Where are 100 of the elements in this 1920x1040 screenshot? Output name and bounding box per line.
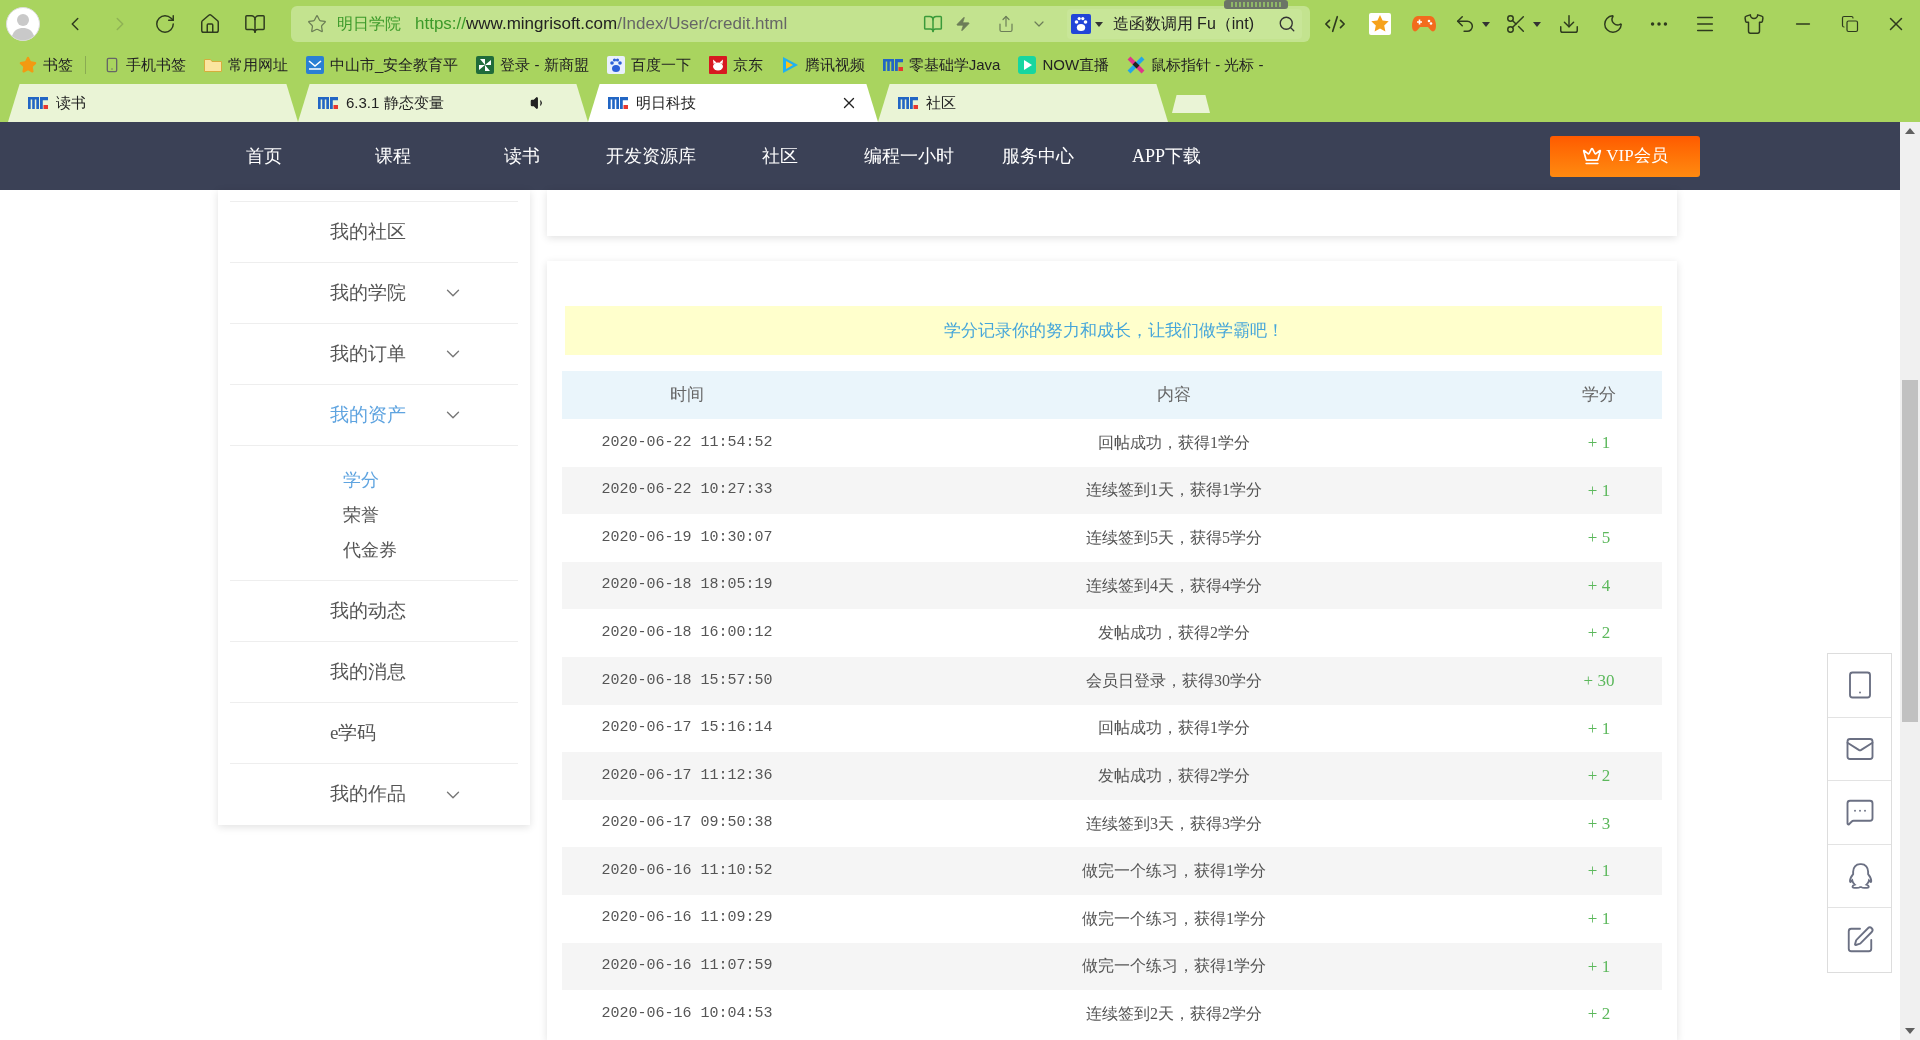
sidebar-item[interactable]: 我的订单	[230, 324, 518, 385]
time-cell-text: 2020-06-17 09:50:38	[601, 813, 773, 834]
moon-icon[interactable]	[1602, 13, 1624, 35]
bookmark-link[interactable]: NOW直播	[1018, 53, 1110, 77]
sidebar-item[interactable]: 我的消息	[230, 642, 518, 703]
bookmark-link[interactable]: 常用网址	[204, 53, 288, 77]
time-cell-text: 2020-06-16 10:04:53	[601, 1003, 773, 1024]
column-header: 内容	[1157, 384, 1191, 407]
browser-tab[interactable]: 6.3.1 静态变量	[298, 84, 588, 122]
caret-icon[interactable]	[1482, 21, 1490, 27]
credit-cell-text: + 1	[1587, 955, 1611, 978]
bookmark-link[interactable]: 鼠标指针 - 光标 -	[1127, 53, 1264, 77]
content-cell-text: 连续签到1天，获得1学分	[1086, 480, 1262, 501]
browser-tab[interactable]: 读书	[8, 84, 298, 122]
content-cell-text: 连续签到3天，获得3学分	[1086, 813, 1262, 834]
code-icon[interactable]	[1324, 13, 1346, 35]
nav-link[interactable]: 编程一小时	[844, 142, 973, 170]
browser-tab[interactable]: 明日科技	[588, 84, 878, 122]
sidebar-item[interactable]: 我的学院	[230, 263, 518, 324]
pinwheel-icon	[476, 56, 495, 74]
logo-icon	[318, 97, 338, 109]
time-cell-text: 2020-06-19 10:30:07	[601, 527, 773, 548]
nav-link[interactable]: APP下载	[1102, 142, 1231, 170]
star-icon	[19, 56, 37, 74]
share-icon[interactable]	[996, 15, 1015, 33]
column-header: 学分	[1582, 384, 1616, 407]
credit-cell-text: + 30	[1583, 670, 1615, 692]
phone-icon	[104, 56, 120, 74]
nav-link[interactable]: 服务中心	[973, 142, 1102, 170]
bookmark-link[interactable]: 腾讯视频	[780, 53, 865, 77]
content-cell-text: 发帖成功，获得2学分	[1098, 765, 1250, 786]
book-icon[interactable]	[244, 13, 266, 35]
credit-cell-text: + 1	[1587, 717, 1611, 740]
nav-link[interactable]: 课程	[328, 142, 457, 170]
nav-link[interactable]: 开发资源库	[586, 142, 715, 170]
scrollbar-thumb[interactable]	[1902, 380, 1918, 722]
bookmark-link[interactable]: 中山市_安全教育平	[306, 53, 459, 77]
sidebar-item[interactable]: e学码	[230, 703, 518, 764]
bookmark-link[interactable]: 京东	[708, 53, 763, 77]
content-cell-text: 连续签到5天，获得5学分	[1086, 528, 1262, 548]
time-cell-text: 2020-06-22 10:27:33	[601, 480, 773, 501]
credit-cell-text: + 3	[1587, 812, 1611, 835]
scroll-up-icon[interactable]	[1905, 128, 1915, 134]
paw-icon[interactable]	[1070, 14, 1091, 34]
download-icon[interactable]	[1558, 13, 1580, 35]
caret-icon[interactable]	[1094, 21, 1103, 27]
credit-cell-text: + 4	[1587, 574, 1611, 597]
envelope-icon	[306, 56, 324, 74]
home-icon[interactable]	[199, 13, 221, 35]
gamepad-icon[interactable]	[1412, 16, 1436, 32]
bookmark-link[interactable]: 零基础学Java	[882, 53, 1001, 77]
chat-icon	[1844, 797, 1875, 828]
paw-icon	[606, 56, 625, 74]
undo-icon[interactable]	[1454, 13, 1476, 35]
lightning-icon[interactable]	[954, 15, 971, 33]
scrollbar-track[interactable]	[1900, 122, 1920, 1040]
time-cell-text: 2020-06-16 11:10:52	[601, 860, 773, 881]
scissors-icon[interactable]	[1505, 13, 1527, 35]
submenu-item[interactable]: 荣誉	[343, 498, 379, 533]
time-cell-text: 2020-06-17 11:12:36	[601, 765, 773, 786]
sidebar-item[interactable]: 我的动态	[230, 581, 518, 642]
content-cell-text: 会员日登录，获得30学分	[1086, 670, 1262, 691]
bookmark-star-icon[interactable]	[307, 14, 327, 34]
url-text: https://www.mingrisoft.com/Index/User/credit.html	[415, 13, 788, 36]
browser-tab[interactable]: 社区	[878, 84, 1168, 122]
credit-cell-text: + 1	[1587, 860, 1611, 883]
time-cell-text: 2020-06-16 11:09:29	[601, 908, 773, 929]
submenu-item[interactable]: 代金券	[343, 533, 397, 568]
credit-cell-text: + 5	[1587, 527, 1611, 550]
shirt-icon[interactable]	[1743, 13, 1765, 35]
credit-cell-text: + 1	[1587, 908, 1611, 930]
content-cell-text: 做完一个练习，获得1学分	[1082, 908, 1266, 929]
content-cell-text: 回帖成功，获得1学分	[1098, 432, 1250, 453]
time-cell-text: 2020-06-18 16:00:12	[601, 622, 773, 643]
caret-icon[interactable]	[1533, 21, 1541, 27]
credit-cell-text: + 2	[1587, 765, 1611, 788]
bookmark-link[interactable]: 手机书签	[104, 53, 186, 77]
site-name: 明日学院	[337, 14, 401, 34]
star-app-icon[interactable]	[1369, 13, 1391, 35]
credit-cell-text: + 1	[1587, 479, 1611, 502]
content-cell-text: 连续签到2天，获得2学分	[1086, 1003, 1262, 1024]
search-field[interactable]: 造函数调用 Fu（int)	[1066, 9, 1302, 39]
sidebar-item[interactable]: 我的社区	[230, 202, 518, 263]
scroll-down-icon[interactable]	[1905, 1028, 1915, 1034]
bookmark-link[interactable]: 百度一下	[606, 53, 691, 77]
sidebar-item[interactable]: 我的作品	[230, 764, 518, 825]
time-cell-text: 2020-06-18 18:05:19	[601, 575, 773, 596]
bookmark-link[interactable]: 登录 - 新商盟	[476, 53, 589, 77]
bookmark-link[interactable]: 书签	[19, 53, 73, 77]
reload-icon[interactable]	[154, 13, 176, 35]
time-cell-text: 2020-06-22 11:54:52	[601, 432, 773, 453]
address-bar[interactable]: 明日学院 https://www.mingrisoft.com/Index/User/credit.html 造函数调用 Fu（int)	[291, 6, 1310, 42]
nav-link[interactable]: 读书	[457, 142, 586, 170]
restore-icon[interactable]	[1840, 15, 1859, 33]
nav-link[interactable]: 社区	[715, 142, 844, 170]
folder-icon	[204, 58, 222, 72]
credit-cell-text: + 1	[1587, 432, 1611, 455]
search-icon[interactable]	[1278, 15, 1296, 33]
crown-icon	[1582, 146, 1603, 166]
nav-link[interactable]: 首页	[199, 142, 328, 170]
